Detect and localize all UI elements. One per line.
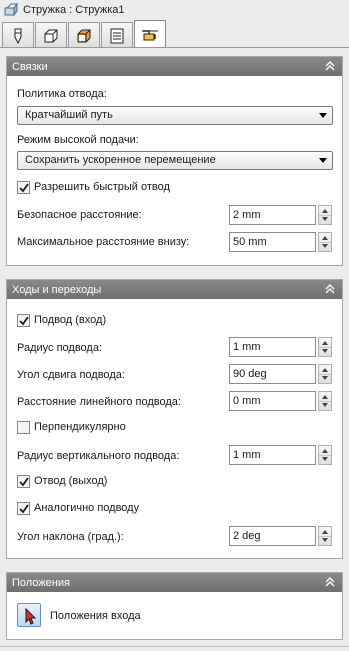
fast-retract-checkbox[interactable] (17, 181, 30, 194)
fast-retract-label: Разрешить быстрый отвод (34, 181, 170, 193)
list-icon (110, 28, 124, 43)
vertical-radius-label: Радиус вертикального подвода: (17, 450, 180, 462)
tab-passes[interactable] (101, 22, 133, 48)
collapse-icon[interactable] (324, 576, 336, 588)
vertical-radius-stepper[interactable] (318, 445, 332, 465)
chevron-down-icon (319, 158, 327, 163)
sweep-angle-input[interactable]: 90 deg (229, 364, 316, 384)
title-bar: Стружка : Стружка1 (0, 0, 349, 20)
lead-in-label: Подвод (вход) (34, 314, 107, 326)
chevron-down-icon (319, 113, 327, 118)
linear-distance-input[interactable]: 0 mm (229, 391, 316, 411)
checkmark-icon (19, 477, 29, 487)
vertical-radius-spinner[interactable]: 1 mm (229, 445, 332, 465)
window-title: Стружка : Стружка1 (23, 4, 125, 16)
high-feed-select[interactable]: Сохранить ускоренное перемещение (17, 151, 333, 170)
tool-icon (14, 28, 22, 44)
max-down-spinner[interactable]: 50 mm (229, 232, 332, 252)
bottom-divider (0, 646, 349, 647)
tab-links[interactable] (134, 20, 166, 48)
entry-positions-button[interactable] (17, 603, 41, 627)
retract-policy-select[interactable]: Кратчайший путь (17, 106, 333, 125)
ramp-angle-spinner[interactable]: 2 deg (229, 526, 332, 546)
ramp-angle-label: Угол наклона (град.): (17, 531, 124, 543)
chip-icon (4, 3, 18, 17)
stock-icon (77, 29, 91, 42)
links-panel: Связки Политика отвода: Кратчайший путь … (6, 56, 343, 266)
max-down-input[interactable]: 50 mm (229, 232, 316, 252)
links-panel-title: Связки (12, 60, 48, 73)
sweep-angle-stepper[interactable] (318, 364, 332, 384)
same-as-lead-in-label: Аналогично подводу (34, 502, 140, 514)
collapse-icon[interactable] (324, 60, 336, 72)
max-down-stepper[interactable] (318, 232, 332, 252)
lead-out-label: Отвод (выход) (34, 475, 108, 487)
leads-panel-title: Ходы и переходы (12, 283, 102, 296)
links-icon (142, 29, 158, 40)
linear-distance-label: Расстояние линейного подвода: (17, 396, 181, 408)
safe-distance-input[interactable]: 2 mm (229, 205, 316, 225)
ramp-angle-input[interactable]: 2 deg (229, 526, 316, 546)
safe-distance-label: Безопасное расстояние: (17, 209, 142, 221)
lead-radius-label: Радиус подвода: (17, 342, 103, 354)
linear-distance-stepper[interactable] (318, 391, 332, 411)
collapse-icon[interactable] (324, 283, 336, 295)
lead-in-checkbox[interactable] (17, 314, 30, 327)
positions-panel-title: Положения (12, 576, 70, 589)
high-feed-label: Режим высокой подачи: (17, 134, 139, 146)
entry-positions-label: Положения входа (50, 610, 141, 622)
leads-panel-header[interactable]: Ходы и переходы (7, 280, 342, 299)
same-as-lead-in-checkbox[interactable] (17, 502, 30, 515)
lead-out-checkbox[interactable] (17, 475, 30, 488)
positions-panel: Положения Положения входа (6, 572, 343, 640)
tab-strip (2, 20, 167, 48)
lead-radius-input[interactable]: 1 mm (229, 337, 316, 357)
sweep-angle-label: Угол сдвига подвода: (17, 369, 125, 381)
tab-divider (0, 47, 349, 48)
perpendicular-checkbox[interactable] (17, 421, 30, 434)
links-panel-header[interactable]: Связки (7, 57, 342, 76)
leads-panel: Ходы и переходы Подвод (вход) Радиус под… (6, 279, 343, 559)
high-feed-value: Сохранить ускоренное перемещение (25, 154, 216, 166)
sweep-angle-spinner[interactable]: 90 deg (229, 364, 332, 384)
pointer-icon (25, 607, 37, 625)
retract-policy-label: Политика отвода: (17, 88, 107, 100)
perpendicular-label: Перпендикулярно (34, 421, 126, 433)
checkmark-icon (19, 316, 29, 326)
checkmark-icon (19, 504, 29, 514)
tab-tool[interactable] (2, 22, 34, 48)
positions-panel-header[interactable]: Положения (7, 573, 342, 592)
tab-geometry[interactable] (35, 22, 67, 48)
ramp-angle-stepper[interactable] (318, 526, 332, 546)
checkmark-icon (19, 183, 29, 193)
tab-stock[interactable] (68, 22, 100, 48)
lead-radius-stepper[interactable] (318, 337, 332, 357)
lead-radius-spinner[interactable]: 1 mm (229, 337, 332, 357)
vertical-radius-input[interactable]: 1 mm (229, 445, 316, 465)
safe-distance-spinner[interactable]: 2 mm (229, 205, 332, 225)
retract-policy-value: Кратчайший путь (25, 109, 113, 121)
linear-distance-spinner[interactable]: 0 mm (229, 391, 332, 411)
max-down-label: Максимальное расстояние внизу: (17, 236, 190, 248)
safe-distance-stepper[interactable] (318, 205, 332, 225)
cube-icon (44, 29, 58, 42)
